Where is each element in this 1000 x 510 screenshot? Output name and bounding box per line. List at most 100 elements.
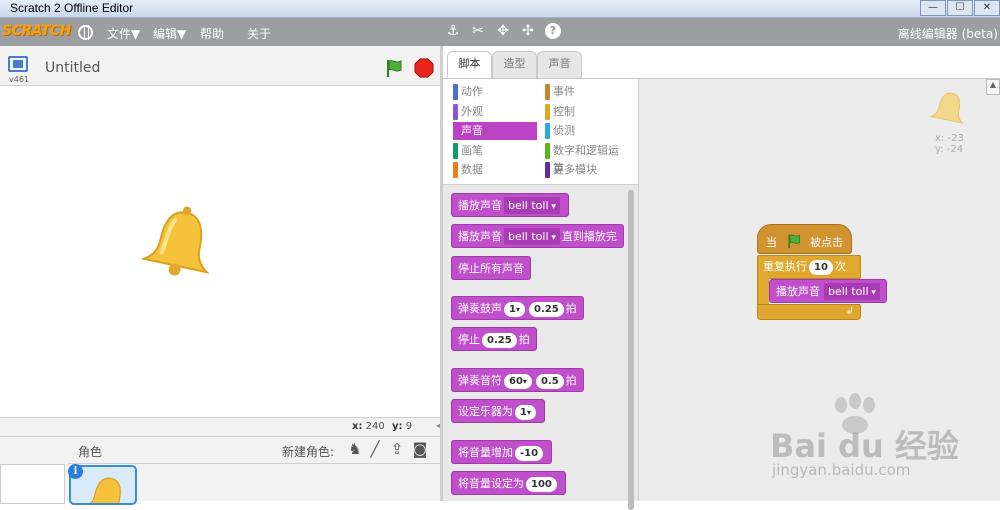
block-label: 播放声音 (776, 285, 820, 298)
sound-dropdown[interactable]: bell toll (504, 197, 560, 214)
category-right-2[interactable]: 侦测 (545, 122, 629, 140)
block-play-sound-until-done[interactable]: 播放声音bell toll直到播放完 (451, 224, 624, 248)
block-stop-all-sounds[interactable]: 停止所有声音 (451, 256, 531, 280)
block-label: 停止 (458, 333, 480, 346)
block-rest[interactable]: 停止 0.25 拍 (451, 327, 537, 351)
volume-input[interactable]: 100 (526, 477, 557, 492)
menu-edit[interactable]: 编辑▼ (153, 25, 186, 42)
beat-unit: 拍 (565, 374, 577, 387)
grow-icon[interactable]: ✥ (495, 23, 511, 39)
globe-icon[interactable] (78, 25, 93, 40)
category-right-3[interactable]: 数字和逻辑运算 (545, 142, 629, 175)
maximize-button[interactable]: ☐ (947, 0, 973, 16)
repeat-bottom: ↲ (757, 304, 861, 320)
beats-input[interactable]: 0.25 (528, 302, 564, 317)
block-change-volume[interactable]: 将音量增加 -10 (451, 440, 553, 464)
repeat-count-input[interactable]: 10 (809, 260, 833, 275)
stage[interactable] (0, 86, 440, 418)
volume-delta-input[interactable]: -10 (515, 446, 544, 461)
project-title[interactable]: Untitled (45, 60, 100, 76)
category-color-bar (453, 84, 458, 100)
category-label: 更多模块 (553, 163, 597, 176)
category-color-bar (545, 123, 550, 139)
block-label: 弹奏鼓声 (458, 302, 502, 315)
scroll-up-icon[interactable]: ▲ (986, 79, 1000, 95)
category-left-3[interactable]: 画笔 (453, 142, 537, 160)
category-label: 动作 (461, 85, 483, 98)
category-color-bar (545, 162, 550, 178)
upload-sprite-icon[interactable]: ⇪ (388, 440, 406, 458)
sprite-y-label: y: (935, 144, 944, 155)
loop-arrow-icon: ↲ (845, 306, 854, 317)
category-label: 声音 (461, 124, 483, 137)
category-left-4[interactable]: 数据 (453, 161, 537, 179)
block-set-volume[interactable]: 将音量设定为 100 (451, 471, 566, 495)
block-categories: 动作外观声音画笔数据 事件控制侦测数字和逻辑运算 更多模块 (443, 78, 638, 184)
stage-thumbnail[interactable] (0, 464, 65, 504)
mouse-x: 240 (365, 421, 385, 432)
category-right-0[interactable]: 事件 (545, 83, 629, 101)
note-beats-input[interactable]: 0.5 (535, 374, 564, 389)
repeat-block[interactable]: 重复执行 10 次 (757, 255, 861, 279)
menu-about[interactable]: 关于 (247, 25, 271, 42)
tab-scripts[interactable]: 脚本 (447, 51, 492, 79)
menu-bar: SCRATCH 文件▼ 编辑▼ 帮助 关于 ⚓ ✂ ✥ ✣ ? 离线编辑器 (b… (0, 18, 1000, 46)
close-button[interactable]: ✕ (974, 0, 1000, 16)
x-label: x: (352, 421, 363, 432)
fullscreen-icon[interactable] (8, 56, 28, 72)
y-label: y: (392, 421, 403, 432)
when-flag-clicked-block[interactable]: 当 被点击 (757, 224, 852, 254)
watermark-url: jingyan.baidu.com (772, 461, 911, 479)
stage-header: v461 Untitled (0, 46, 440, 86)
edition-label: 离线编辑器 (beta) (897, 27, 998, 41)
instrument-input[interactable]: 1 (515, 405, 536, 420)
drum-input[interactable]: 1 (504, 302, 525, 317)
minimize-button[interactable]: — (920, 0, 946, 16)
block-play-sound[interactable]: 播放声音 bell toll (451, 193, 569, 217)
category-label: 数据 (461, 163, 483, 176)
sprite-library-icon[interactable]: ♞ (346, 440, 364, 458)
camera-icon[interactable]: ◙ (411, 440, 429, 458)
green-flag-icon[interactable] (384, 58, 404, 78)
block-play-drum[interactable]: 弹奏鼓声10.25拍 (451, 296, 584, 320)
sprite-pane: 角色 新建角色: ♞ ╱ ⇪ ◙ i (0, 436, 440, 505)
rest-beats-input[interactable]: 0.25 (482, 333, 517, 348)
category-right-4[interactable]: 更多模块 (545, 161, 629, 179)
category-label: 画笔 (461, 143, 483, 157)
sprite-x-label: x: (935, 133, 945, 144)
info-icon[interactable]: i (68, 464, 83, 479)
tab-sounds[interactable]: 声音 (537, 51, 582, 78)
palette-scrollbar[interactable] (628, 190, 634, 510)
sprites-label: 角色 (78, 445, 103, 459)
bell-sprite[interactable] (140, 204, 220, 284)
sprite-x: -23 (947, 133, 964, 144)
shrink-icon[interactable]: ✣ (520, 23, 536, 39)
block-label-suffix: 直到播放完 (561, 230, 617, 243)
block-play-note[interactable]: 弹奏音符600.5拍 (451, 368, 584, 392)
script-play-sound-block[interactable]: 播放声音 bell toll (769, 279, 887, 303)
scratch-logo[interactable]: SCRATCH (2, 23, 71, 39)
new-sprite-label: 新建角色: (282, 445, 335, 459)
note-input[interactable]: 60 (504, 374, 532, 389)
category-color-bar (453, 123, 458, 139)
block-label: 将音量设定为 (458, 477, 524, 490)
sound-dropdown[interactable]: bell toll (504, 228, 560, 245)
paint-sprite-icon[interactable]: ╱ (366, 440, 384, 458)
category-left-0[interactable]: 动作 (453, 83, 537, 101)
category-label: 控制 (553, 104, 575, 118)
help-icon[interactable]: ? (545, 23, 561, 39)
delete-icon[interactable]: ✂ (470, 23, 486, 39)
category-left-2[interactable]: 声音 (453, 122, 537, 140)
tab-costumes[interactable]: 造型 (492, 51, 537, 78)
block-set-instrument[interactable]: 设定乐器为 1 (451, 399, 545, 423)
category-right-1[interactable]: 控制 (545, 103, 629, 121)
menu-help[interactable]: 帮助 (200, 25, 224, 42)
category-left-1[interactable]: 外观 (453, 103, 537, 121)
menu-file[interactable]: 文件▼ (107, 25, 140, 42)
green-flag-icon (787, 234, 800, 249)
block-palette: 播放声音bell toll 播放声音bell toll直到播放完 停止所有声音 … (443, 184, 638, 510)
duplicate-icon[interactable]: ⚓ (445, 23, 461, 39)
beat-unit: 拍 (565, 302, 577, 315)
stop-icon[interactable] (414, 58, 434, 78)
sound-dropdown[interactable]: bell toll (824, 283, 880, 300)
